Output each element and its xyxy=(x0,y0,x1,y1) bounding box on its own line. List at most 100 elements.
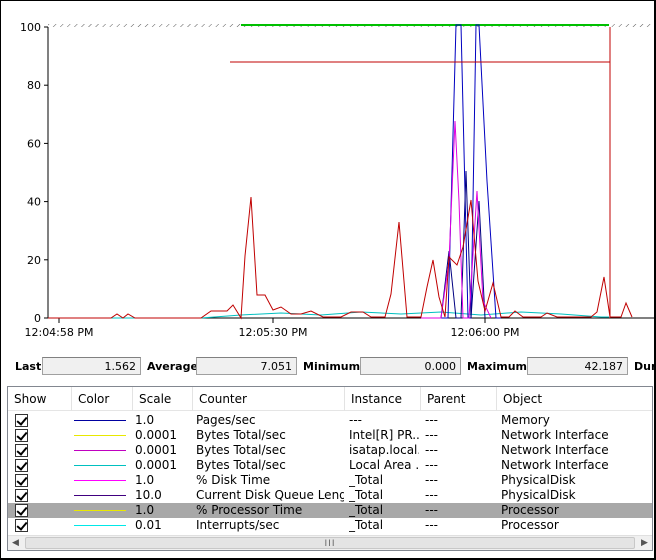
counter-cell: Pages/sec xyxy=(196,413,256,427)
column-counter[interactable]: Counter xyxy=(193,387,345,411)
x-axis-ticks: 12:04:58 PM 12:05:30 PM 12:06:00 PM xyxy=(24,318,520,339)
color-swatch xyxy=(74,525,126,526)
magenta-series-line xyxy=(421,120,492,319)
column-scale[interactable]: Scale xyxy=(133,387,193,411)
maximum-value: 42.187 xyxy=(527,357,628,375)
x-tick-label: 12:05:30 PM xyxy=(238,326,307,339)
column-instance[interactable]: Instance xyxy=(345,387,421,411)
counter-row[interactable]: 1.0 % Disk Time _Total --- PhysicalDisk xyxy=(8,473,652,488)
counter-cell: Bytes Total/sec xyxy=(196,428,286,442)
counter-row[interactable]: 0.01 Interrupts/sec _Total --- Processor xyxy=(8,518,652,533)
counter-cell: % Processor Time xyxy=(196,503,303,517)
scale-cell: 1.0 xyxy=(135,473,155,487)
scale-cell: 0.01 xyxy=(135,518,162,532)
counter-row[interactable]: 0.0001 Bytes Total/sec isatap.local... --- N… xyxy=(8,443,652,458)
parent-cell: --- xyxy=(425,458,438,472)
counter-cell: % Disk Time xyxy=(196,473,271,487)
duration-label: Dur xyxy=(634,360,654,373)
show-checkbox[interactable] xyxy=(15,504,28,517)
scale-cell: 0.0001 xyxy=(135,458,177,472)
object-cell: Network Interface xyxy=(501,458,609,472)
object-cell: Network Interface xyxy=(501,428,609,442)
scale-cell: 10.0 xyxy=(135,488,162,502)
show-checkbox[interactable] xyxy=(15,444,28,457)
counter-row[interactable]: 0.0001 Bytes Total/sec Intel[R] PR... --- Ne… xyxy=(8,428,652,443)
parent-cell: --- xyxy=(425,443,438,457)
counter-cell: Bytes Total/sec xyxy=(196,458,286,472)
parent-cell: --- xyxy=(425,503,438,517)
y-axis-ticks: 100 80 60 40 20 0 xyxy=(20,21,48,325)
counter-list[interactable]: Show Color Scale Counter Instance Parent… xyxy=(7,386,653,551)
x-tick-label: 12:04:58 PM xyxy=(24,326,93,339)
minimum-label: Minimum xyxy=(303,360,361,373)
maximum-label: Maximum xyxy=(467,360,527,373)
instance-cell: _Total xyxy=(349,488,384,502)
show-checkbox[interactable] xyxy=(15,519,28,532)
instance-cell: Intel[R] PR... xyxy=(349,428,419,442)
last-label: Last xyxy=(15,360,42,373)
object-cell: Processor xyxy=(501,503,559,517)
horizontal-scrollbar[interactable]: ◀ III ▶ xyxy=(8,535,652,550)
performance-graph: 100 80 60 40 20 0 12:04:58 PM 12:05:30 PM 12:06… xyxy=(20,21,654,339)
object-cell: Network Interface xyxy=(501,443,609,457)
instance-cell: _Total xyxy=(349,503,384,517)
column-color[interactable]: Color xyxy=(72,387,133,411)
column-object[interactable]: Object xyxy=(497,387,652,411)
grip-icon: III xyxy=(324,539,336,549)
y-tick-label: 100 xyxy=(20,21,41,34)
counter-list-header: Show Color Scale Counter Instance Parent… xyxy=(8,387,652,411)
performance-monitor-window: 100 80 60 40 20 0 12:04:58 PM 12:05:30 PM 12:06… xyxy=(1,1,654,558)
object-cell: Memory xyxy=(501,413,550,427)
counter-row[interactable]: 0.0001 Bytes Total/sec Local Area ... --- Ne… xyxy=(8,458,652,473)
counter-row[interactable]: 1.0 Pages/sec --- --- Memory xyxy=(8,413,652,428)
show-checkbox[interactable] xyxy=(15,474,28,487)
scale-cell: 0.0001 xyxy=(135,443,177,457)
counter-row[interactable]: 1.0 % Processor Time _Total --- Processor xyxy=(8,503,652,518)
parent-cell: --- xyxy=(425,473,438,487)
counter-cell: Interrupts/sec xyxy=(196,518,280,532)
show-checkbox[interactable] xyxy=(15,414,28,427)
scale-cell: 1.0 xyxy=(135,413,155,427)
scroll-thumb[interactable]: III xyxy=(25,537,635,549)
instance-cell: Local Area ... xyxy=(349,458,419,472)
scroll-right-arrow-icon[interactable]: ▶ xyxy=(637,536,652,550)
average-value: 7.051 xyxy=(196,357,297,375)
parent-cell: --- xyxy=(425,413,438,427)
counter-cell: Bytes Total/sec xyxy=(196,443,286,457)
red-min-max-bracket xyxy=(230,61,611,318)
color-swatch xyxy=(74,450,126,451)
color-swatch xyxy=(74,420,126,421)
show-checkbox[interactable] xyxy=(15,429,28,442)
column-parent[interactable]: Parent xyxy=(421,387,497,411)
parent-cell: --- xyxy=(425,428,438,442)
scale-cell: 1.0 xyxy=(135,503,155,517)
column-show[interactable]: Show xyxy=(8,387,72,411)
instance-cell: --- xyxy=(349,413,362,427)
color-swatch xyxy=(74,435,126,436)
counter-rows: 1.0 Pages/sec --- --- Memory 0.0001 Bytes Tota… xyxy=(8,413,652,533)
minimum-value: 0.000 xyxy=(360,357,461,375)
counter-row[interactable]: 10.0 Current Disk Queue Length _Total --- Ph… xyxy=(8,488,652,503)
object-cell: Processor xyxy=(501,518,559,532)
statistics-bar: Last 1.562 Average 7.051 Minimum 0.000 M… xyxy=(1,354,654,380)
counter-cell: Current Disk Queue Length xyxy=(196,488,344,502)
color-swatch xyxy=(74,510,126,511)
instance-cell: _Total xyxy=(349,518,384,532)
y-tick-label: 0 xyxy=(34,312,41,325)
color-swatch xyxy=(74,495,126,496)
show-checkbox[interactable] xyxy=(15,489,28,502)
parent-cell: --- xyxy=(425,518,438,532)
instance-cell: _Total xyxy=(349,473,384,487)
blue-series-line xyxy=(441,24,501,319)
y-tick-label: 60 xyxy=(27,137,41,150)
y-tick-label: 80 xyxy=(27,79,41,92)
y-tick-label: 20 xyxy=(27,254,41,267)
red-series-line xyxy=(48,196,633,320)
show-checkbox[interactable] xyxy=(15,459,28,472)
color-swatch xyxy=(74,465,126,466)
object-cell: PhysicalDisk xyxy=(501,473,576,487)
y-tick-label: 40 xyxy=(27,196,41,209)
instance-cell: isatap.local... xyxy=(349,443,419,457)
scroll-left-arrow-icon[interactable]: ◀ xyxy=(8,536,23,550)
last-value: 1.562 xyxy=(42,357,141,375)
